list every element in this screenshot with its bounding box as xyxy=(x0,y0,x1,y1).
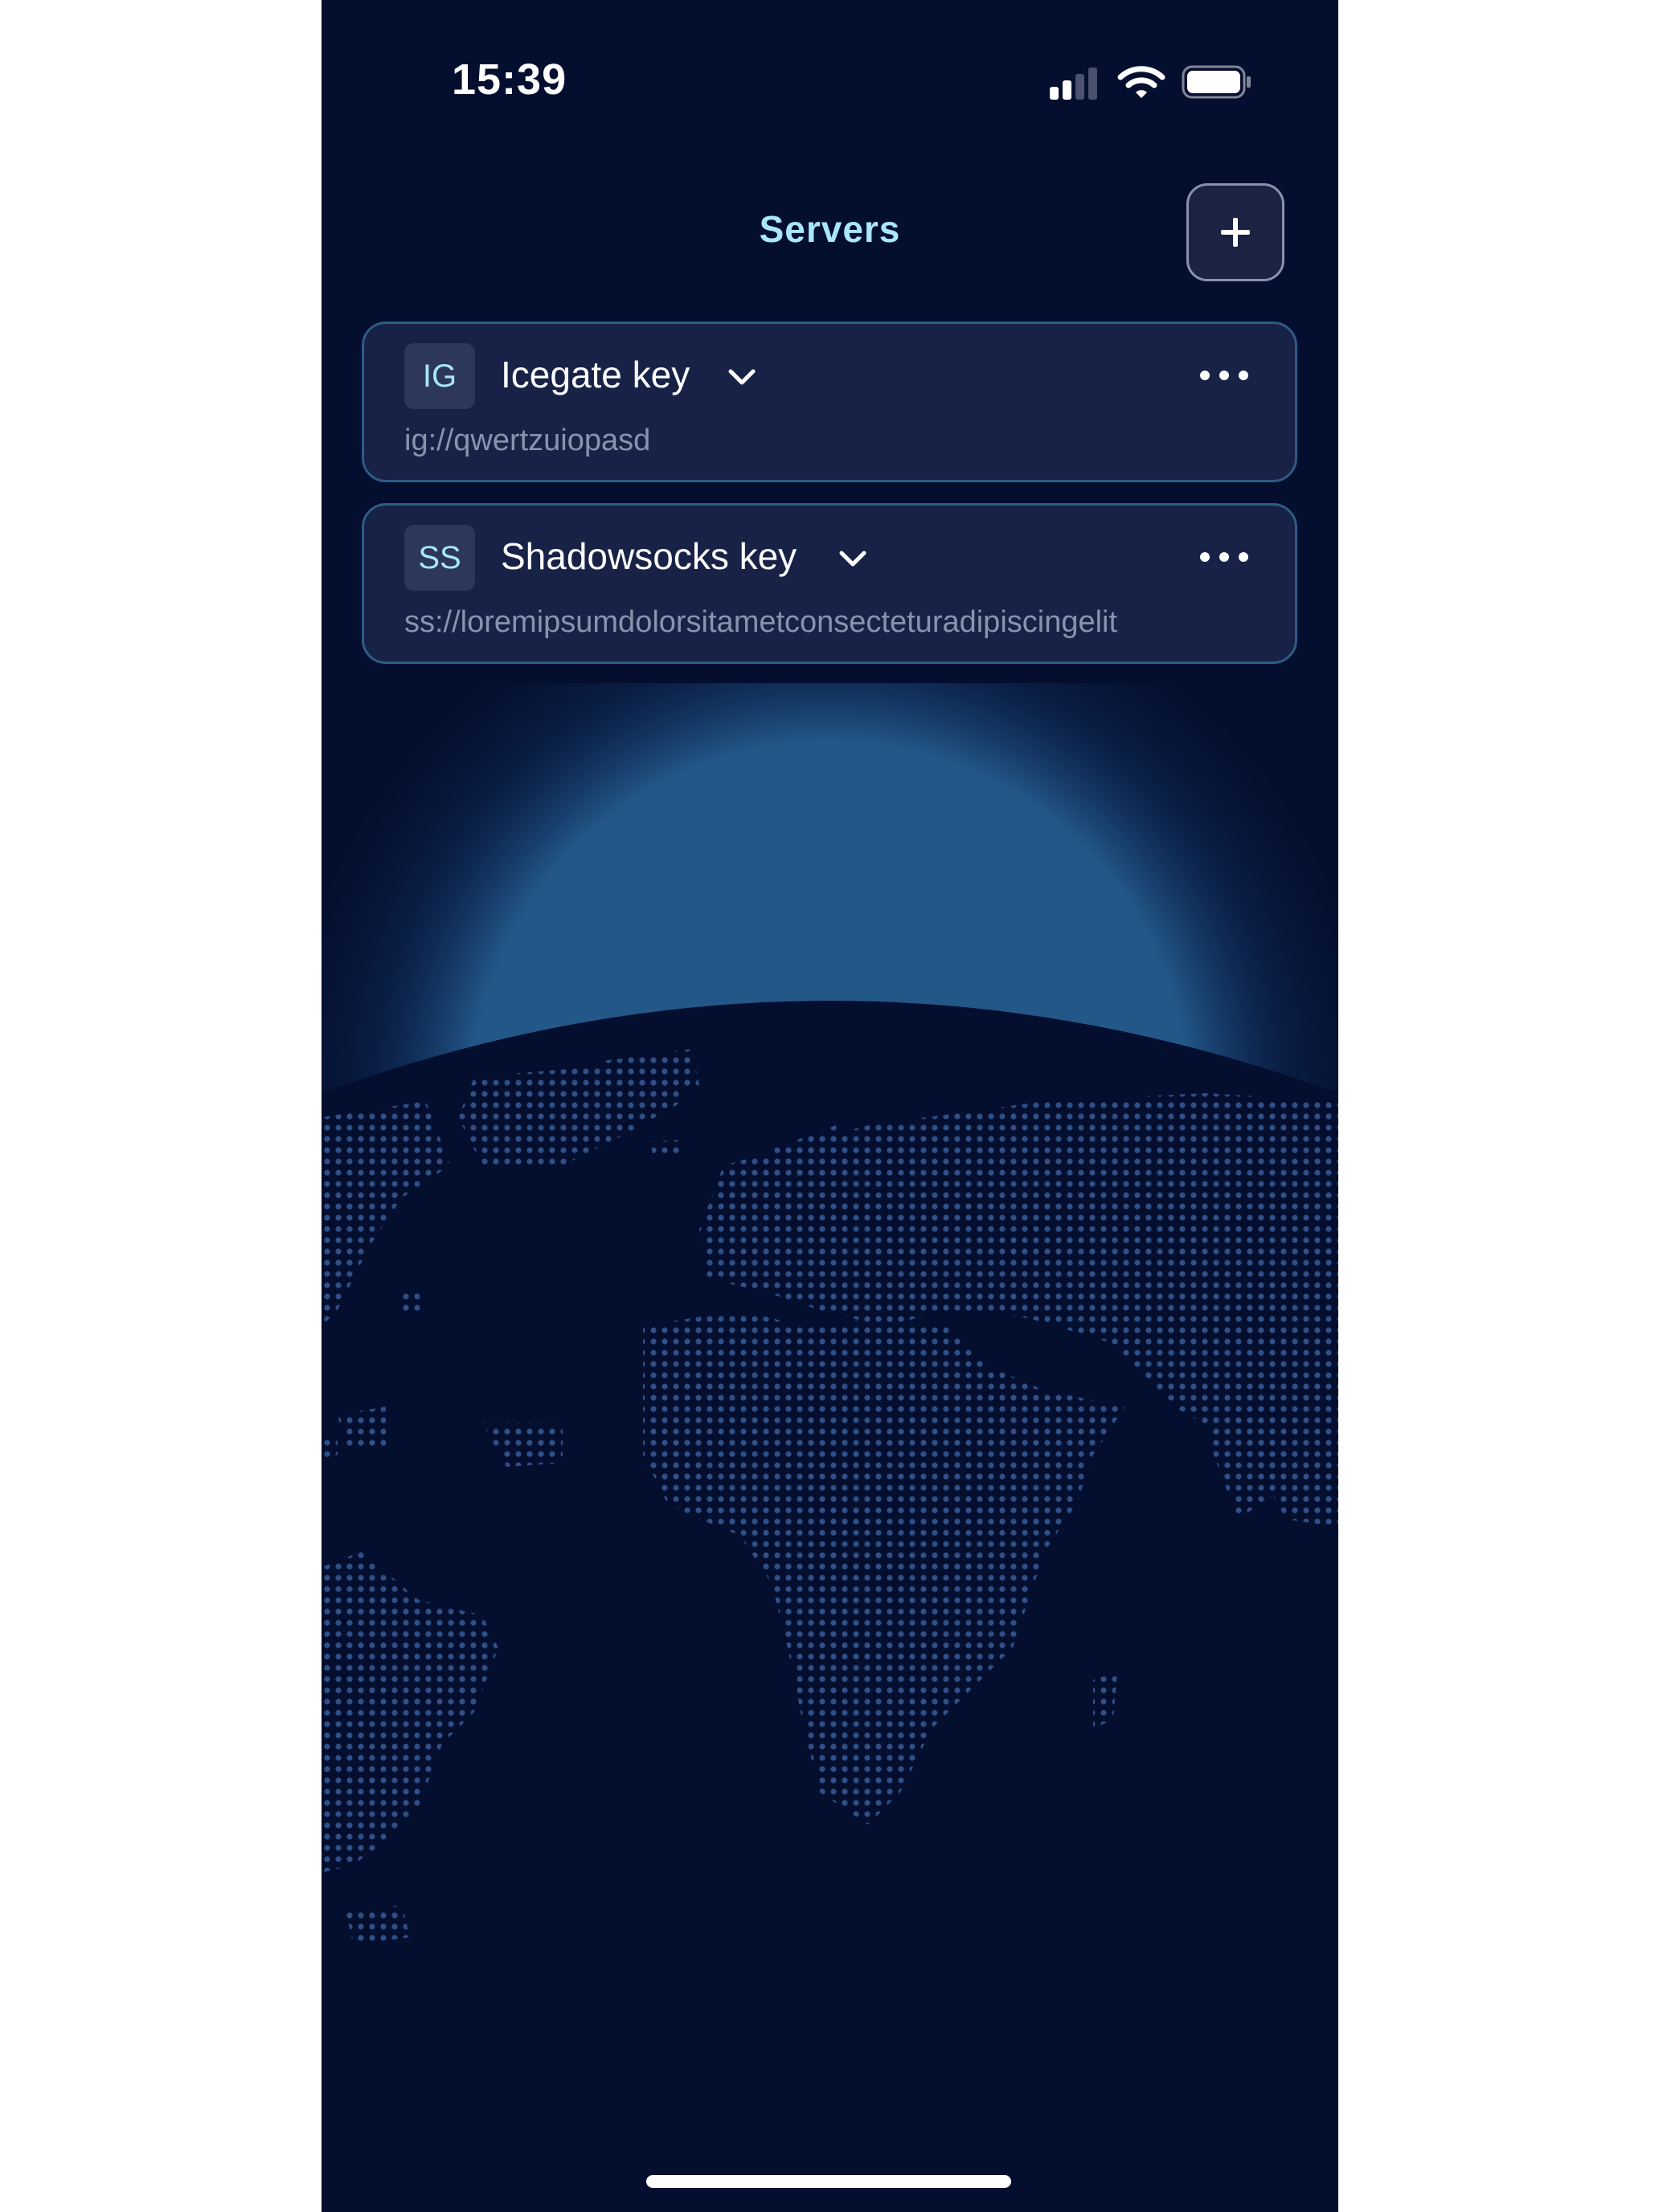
server-name: Icegate key xyxy=(501,354,690,395)
battery-icon xyxy=(1182,65,1251,99)
chevron-down-icon[interactable] xyxy=(727,367,756,387)
status-time: 15:39 xyxy=(452,55,567,104)
app-screen: 15:39 Servers IG Icegate key ig://qwertz… xyxy=(322,0,1338,2212)
server-card-shadowsocks[interactable]: SS Shadowsocks key ss://loremipsumdolors… xyxy=(362,503,1297,664)
more-options-button[interactable] xyxy=(1198,366,1250,385)
cellular-signal-icon xyxy=(1050,68,1100,100)
server-url: ig://qwertzuiopasd xyxy=(404,424,651,457)
server-name: Shadowsocks key xyxy=(501,535,797,577)
chevron-down-icon[interactable] xyxy=(838,549,867,568)
more-options-button[interactable] xyxy=(1198,547,1250,567)
server-url: ss://loremipsumdolorsitametconsecteturad… xyxy=(404,605,1118,639)
world-globe-illustration xyxy=(322,683,1338,2212)
plus-icon xyxy=(1221,218,1250,247)
add-server-button[interactable] xyxy=(1186,183,1284,281)
server-badge: IG xyxy=(404,343,475,409)
server-card-icegate[interactable]: IG Icegate key ig://qwertzuiopasd xyxy=(362,322,1297,482)
server-badge: SS xyxy=(404,525,475,591)
home-indicator[interactable] xyxy=(646,2175,1011,2188)
wifi-icon xyxy=(1117,66,1165,98)
